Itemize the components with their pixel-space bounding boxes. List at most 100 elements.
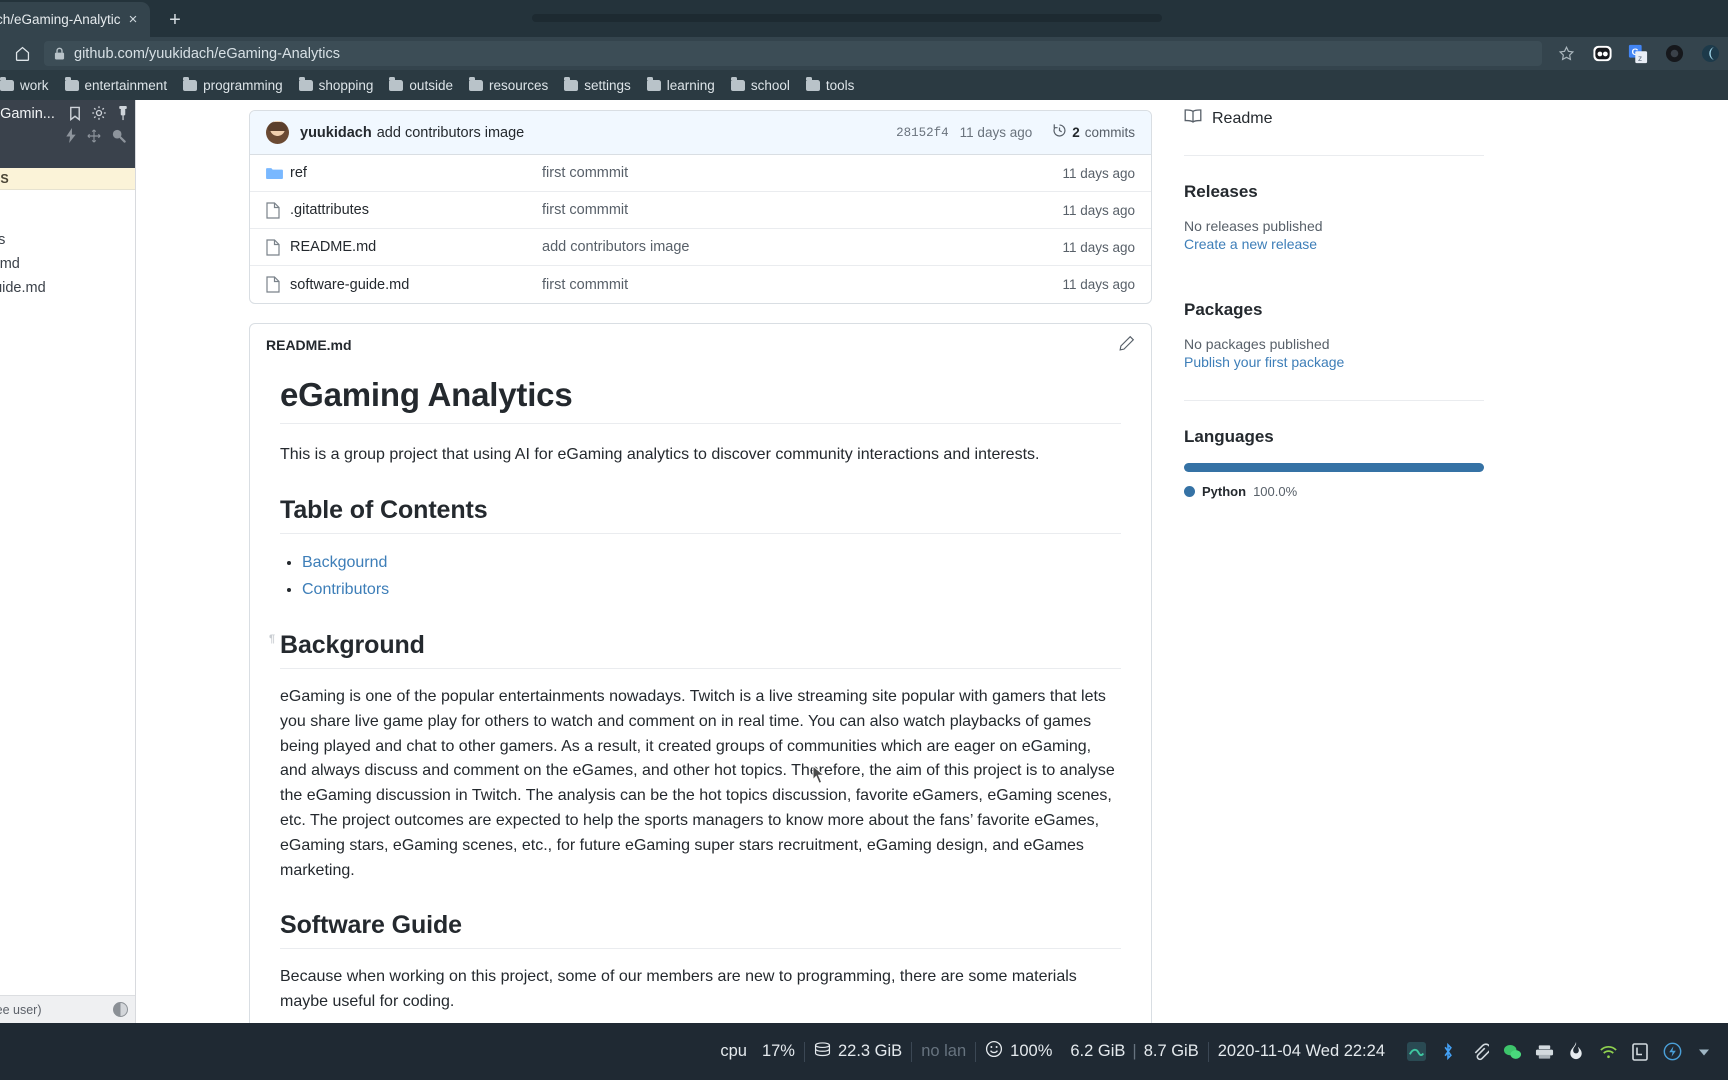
lastpass-icon[interactable] [1630, 1042, 1650, 1062]
list-item: Backgournd [302, 550, 1121, 576]
contrast-toggle-icon[interactable] [113, 1002, 128, 1017]
extension-file-item[interactable]: guide.md [0, 276, 135, 300]
packages-title: Packages [1184, 300, 1263, 319]
file-commit-message[interactable]: first commmit [542, 202, 1062, 218]
commit-message[interactable]: add contributors image [377, 125, 525, 141]
printer-icon[interactable] [1534, 1042, 1554, 1062]
packages-empty-text: No packages published [1184, 336, 1330, 352]
bookmark-item-school[interactable]: school [723, 73, 798, 97]
divider [1184, 400, 1484, 401]
paperclip-icon[interactable] [1470, 1042, 1490, 1062]
file-commit-message[interactable]: first commmit [542, 277, 1062, 293]
system-taskbar: cpu 17% 22.3 GiB no lan 100% 6.2 GiB | 8… [0, 1023, 1728, 1080]
bookmark-item-learning[interactable]: learning [639, 73, 723, 97]
memory-used: 6.2 GiB [1070, 1042, 1126, 1060]
toc-link-contributors[interactable]: Contributors [302, 581, 389, 598]
language-legend-item[interactable]: Python 100.0% [1184, 484, 1484, 499]
moon-extension-icon[interactable] [1692, 37, 1728, 70]
commits-history-link[interactable]: 2 commits [1052, 123, 1135, 143]
search-icon[interactable] [111, 128, 126, 148]
address-bar[interactable]: github.com/yuukidach/eGaming-Analytics [44, 41, 1542, 66]
readme-filename: README.md [266, 337, 352, 353]
power-icon[interactable] [1662, 1042, 1682, 1062]
file-name[interactable]: ref [290, 165, 542, 181]
toc-link-background[interactable]: Backgournd [302, 554, 387, 571]
tabstrip-scrollbar[interactable] [532, 14, 1162, 22]
background-paragraph: eGaming is one of the popular entertainm… [280, 687, 1115, 879]
pin-icon[interactable] [116, 105, 130, 126]
gear-icon[interactable] [91, 105, 107, 126]
extension-file-item[interactable]: E.md [0, 252, 135, 276]
bookmark-item-outside[interactable]: outside [381, 73, 461, 97]
new-tab-button[interactable]: + [162, 7, 188, 33]
table-row[interactable]: README.md add contributors image 11 days… [250, 229, 1151, 266]
flameshot-icon[interactable] [1566, 1042, 1586, 1062]
file-commit-age: 11 days ago [1062, 239, 1135, 255]
bookmark-star-icon[interactable] [1548, 37, 1584, 70]
bookmark-item-programming[interactable]: programming [175, 73, 291, 97]
home-icon[interactable] [0, 37, 44, 70]
bluetooth-icon[interactable] [1438, 1042, 1458, 1062]
bookmark-icon[interactable] [68, 106, 82, 126]
table-row[interactable]: .gitattributes first commmit 11 days ago [250, 192, 1151, 229]
bookmark-label: work [20, 77, 49, 93]
move-icon[interactable] [87, 128, 101, 148]
network-indicator[interactable]: no lan [912, 1023, 975, 1080]
extension-panel-footer-text: free user) [0, 1002, 42, 1017]
bookmark-item-resources[interactable]: resources [461, 73, 556, 97]
panda-extension-icon[interactable] [1584, 37, 1620, 70]
pencil-edit-icon[interactable] [1119, 335, 1135, 356]
memory-separator: | [1132, 1042, 1137, 1060]
extension-file-label: guide.md [0, 280, 46, 296]
dark-circle-extension-icon[interactable] [1656, 37, 1692, 70]
browser-chrome: ch/eGaming-Analytic × + github.com/yuuki… [0, 0, 1728, 100]
create-release-link[interactable]: Create a new release [1184, 236, 1484, 252]
sidebar-readme-link[interactable]: Readme [1184, 108, 1484, 155]
cpu-indicator[interactable]: cpu 17% [711, 1023, 804, 1080]
folder-icon [646, 76, 661, 91]
commit-sha[interactable]: 28152f4 [896, 126, 949, 140]
disk-indicator[interactable]: 22.3 GiB [805, 1023, 911, 1080]
battery-value: 100% [1010, 1042, 1053, 1060]
wifi-icon[interactable] [1598, 1042, 1618, 1062]
browser-toolbar: github.com/yuukidach/eGaming-Analytics G… [0, 37, 1728, 70]
language-bar-segment-python[interactable] [1184, 463, 1484, 472]
file-name[interactable]: software-guide.md [290, 277, 542, 293]
toc-heading: Table of Contents [280, 496, 1121, 534]
extension-file-item[interactable]: tes [0, 228, 135, 252]
history-clock-icon [1052, 123, 1067, 143]
extension-panel-header: eGamin... [0, 100, 135, 168]
bookmark-item-tools[interactable]: tools [798, 73, 863, 97]
lightning-icon[interactable] [65, 128, 77, 148]
bookmark-label: resources [488, 77, 549, 93]
close-icon[interactable]: × [124, 11, 142, 29]
wechat-icon[interactable] [1502, 1042, 1522, 1062]
file-name[interactable]: README.md [290, 239, 542, 255]
bookmark-item-settings[interactable]: settings [556, 73, 639, 97]
browser-tab[interactable]: ch/eGaming-Analytic × [0, 2, 150, 37]
file-icon [266, 276, 284, 293]
file-commit-age: 11 days ago [1062, 202, 1135, 218]
memory-indicator[interactable]: 6.2 GiB | 8.7 GiB [1061, 1023, 1207, 1080]
battery-indicator[interactable]: 100% [976, 1023, 1061, 1080]
file-name[interactable]: .gitattributes [290, 202, 542, 218]
packages-section: Packages No packages published Publish y… [1184, 300, 1484, 370]
extension-file-label: tes [0, 232, 5, 248]
commit-age: 11 days ago [959, 125, 1033, 140]
google-translate-icon[interactable]: G z [1620, 37, 1656, 70]
anaconda-icon[interactable] [1406, 1042, 1426, 1062]
publish-package-link[interactable]: Publish your first package [1184, 354, 1484, 370]
bookmark-item-entertainment[interactable]: entertainment [57, 73, 176, 97]
commit-author[interactable]: yuukidach [300, 125, 372, 141]
chevron-down-icon[interactable] [1694, 1042, 1714, 1062]
bookmark-item-shopping[interactable]: shopping [291, 73, 382, 97]
bookmark-item-work[interactable]: work [0, 73, 57, 97]
clock[interactable]: 2020-11-04 Wed 22:24 [1209, 1023, 1394, 1080]
file-commit-message[interactable]: add contributors image [542, 239, 1062, 255]
table-row[interactable]: software-guide.md first commmit 11 days … [250, 266, 1151, 303]
folder-icon [468, 76, 483, 91]
file-commit-message[interactable]: first commmit [542, 165, 1062, 181]
avatar[interactable] [266, 121, 289, 144]
smiley-icon [985, 1040, 1003, 1063]
table-row[interactable]: ref first commmit 11 days ago [250, 155, 1151, 192]
